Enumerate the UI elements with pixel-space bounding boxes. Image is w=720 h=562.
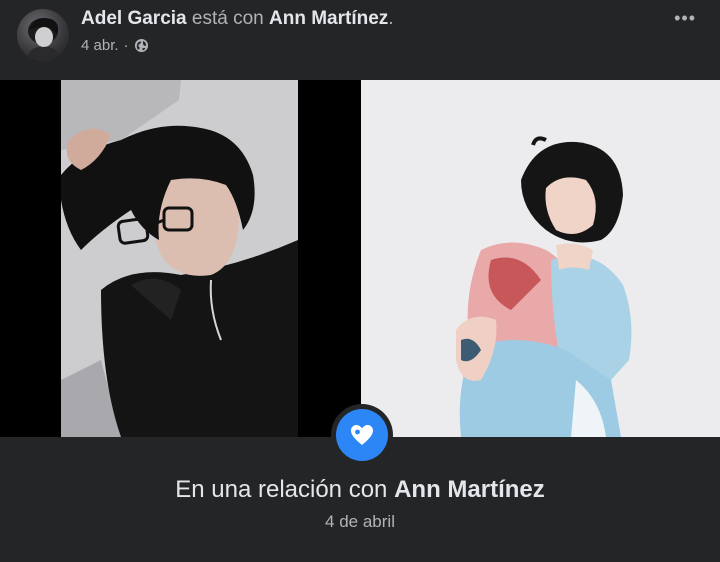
photo-partner[interactable] <box>361 80 720 437</box>
meta-separator: · <box>123 37 129 54</box>
post-header: Adel Garcia está con Ann Martínez. 4 abr… <box>0 0 720 80</box>
photo-author[interactable] <box>61 80 298 437</box>
tagged-name[interactable]: Ann Martínez <box>269 8 388 29</box>
post-title-line: Adel Garcia está con Ann Martínez. <box>81 8 394 30</box>
title-period: . <box>388 8 394 29</box>
heart-icon <box>336 409 388 461</box>
relationship-photos <box>0 80 720 437</box>
relationship-caption: En una relación con Ann Martínez <box>0 476 720 504</box>
relationship-date: 4 de abril <box>325 512 395 531</box>
more-options-icon[interactable]: ••• <box>674 8 696 29</box>
author-name[interactable]: Adel Garcia <box>81 8 187 29</box>
author-avatar[interactable] <box>17 9 69 61</box>
relationship-badge <box>331 404 393 466</box>
relationship-prefix: En una relación con <box>175 476 388 503</box>
partner-name-link[interactable]: Ann Martínez <box>394 476 545 503</box>
post-meta: 4 abr. · <box>81 37 149 54</box>
globe-icon[interactable] <box>134 38 149 53</box>
post-timestamp[interactable]: 4 abr. <box>81 37 119 54</box>
with-text: está con <box>191 8 264 29</box>
